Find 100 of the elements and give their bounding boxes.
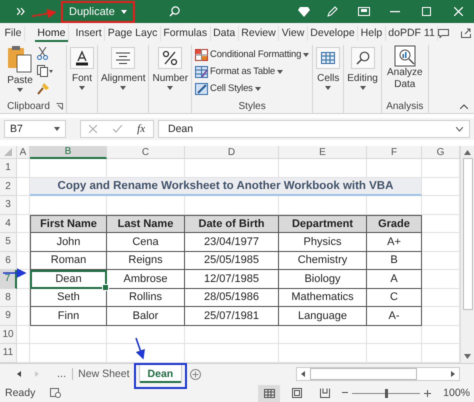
expand-icon[interactable] — [456, 126, 463, 132]
maximize-icon[interactable] — [422, 7, 431, 16]
ribbon-tab[interactable]: Develope — [308, 26, 358, 40]
table-cell[interactable]: B — [367, 252, 422, 270]
table-cell[interactable]: John — [30, 233, 107, 252]
empty-cell[interactable] — [107, 326, 185, 344]
style-command[interactable]: Conditional Formatting — [195, 47, 310, 62]
column-header[interactable]: F — [367, 146, 422, 159]
scroll-down-icon[interactable] — [464, 354, 471, 358]
ribbon-tab[interactable]: Data — [210, 26, 239, 40]
share-icon[interactable] — [461, 28, 472, 38]
row-header[interactable]: 4 — [0, 214, 17, 233]
page-break-icon[interactable] — [320, 388, 330, 398]
column-header[interactable]: D — [185, 146, 279, 159]
table-cell[interactable]: Rollins — [107, 288, 185, 307]
paste-button[interactable]: Paste — [7, 45, 33, 92]
formula-field[interactable]: Dean — [158, 120, 470, 138]
font-button[interactable]: Font — [70, 45, 94, 90]
select-all-icon[interactable] — [4, 148, 12, 156]
empty-cell[interactable] — [279, 326, 367, 344]
zoom-in-icon[interactable] — [424, 390, 432, 397]
ribbon-tab[interactable]: Insert — [72, 26, 106, 40]
table-cell[interactable]: Language — [279, 307, 367, 326]
table-cell[interactable]: 25/07/1981 — [185, 307, 279, 326]
more-sheets-button[interactable]: ... — [57, 368, 74, 380]
table-cell[interactable]: A- — [367, 307, 422, 326]
ribbon-tab[interactable]: Home — [34, 24, 69, 42]
table-cell[interactable]: Reigns — [107, 252, 185, 270]
ribbon-tab[interactable]: Help — [358, 26, 386, 40]
analyze-data-button[interactable]: Analyze Data — [384, 45, 425, 91]
macro-record-icon[interactable] — [50, 388, 62, 398]
table-cell[interactable]: 23/04/1977 — [185, 233, 279, 252]
ribbon-tab[interactable]: Formulas — [160, 26, 211, 40]
insert-function-button[interactable]: fx — [137, 123, 146, 135]
table-cell[interactable]: Cena — [107, 233, 185, 252]
search-icon[interactable] — [168, 6, 180, 17]
ribbon-tab[interactable]: Review — [238, 26, 280, 40]
table-cell[interactable]: A — [367, 270, 422, 288]
scissors-icon[interactable] — [37, 47, 48, 60]
row-header[interactable]: 7 — [0, 270, 17, 288]
alignment-button[interactable]: Alignment — [101, 45, 146, 90]
ribbon-display-icon[interactable] — [358, 7, 370, 16]
scroll-left-icon[interactable] — [300, 371, 306, 377]
empty-cell[interactable] — [17, 196, 30, 214]
table-cell[interactable]: 28/05/1986 — [185, 288, 279, 307]
empty-cell[interactable] — [17, 288, 30, 307]
horizontal-scrollbar[interactable] — [296, 367, 460, 381]
row-header[interactable]: 8 — [0, 288, 17, 307]
row-header[interactable]: 10 — [0, 326, 17, 344]
empty-cell[interactable] — [17, 252, 30, 270]
minimize-icon[interactable] — [390, 10, 400, 12]
row-header[interactable]: 1 — [0, 159, 17, 178]
table-cell[interactable]: Finn — [30, 307, 107, 326]
table-cell[interactable]: A+ — [367, 233, 422, 252]
ribbon-tab[interactable]: File — [2, 26, 25, 40]
empty-cell[interactable] — [30, 326, 107, 344]
table-cell[interactable]: 12/07/1985 — [185, 270, 279, 288]
table-cell[interactable]: Ambrose — [107, 270, 185, 288]
scroll-up-icon[interactable] — [464, 150, 471, 155]
format-painter-icon[interactable] — [37, 82, 50, 95]
ribbon-tab[interactable]: View — [279, 26, 308, 40]
diamond-icon[interactable] — [298, 6, 310, 16]
sheet-tab[interactable]: Dean — [138, 365, 182, 383]
cells-button[interactable]: Cells — [316, 45, 340, 90]
column-header[interactable]: B — [30, 146, 107, 159]
style-command[interactable]: Format as Table — [195, 64, 310, 79]
zoom-slider-thumb[interactable] — [384, 388, 388, 398]
empty-cell[interactable] — [185, 326, 279, 344]
row-header[interactable]: 3 — [0, 196, 17, 214]
table-cell[interactable]: Seth — [30, 288, 107, 307]
column-header[interactable]: A — [17, 146, 30, 159]
row-header[interactable]: 2 — [0, 178, 17, 196]
empty-cell[interactable] — [17, 233, 30, 252]
cancel-icon[interactable] — [88, 125, 97, 133]
document-title-button[interactable]: Duplicate — [65, 2, 131, 20]
table-cell[interactable]: Dean — [30, 270, 107, 288]
row-header[interactable]: 9 — [0, 307, 17, 326]
row-header[interactable]: 6 — [0, 252, 17, 270]
close-icon[interactable] — [454, 7, 463, 16]
number-button[interactable]: Number — [152, 45, 188, 90]
column-header[interactable]: C — [107, 146, 185, 159]
vertical-scrollbar[interactable] — [460, 146, 474, 362]
pen-icon[interactable] — [326, 6, 338, 17]
empty-cell[interactable] — [17, 326, 30, 344]
sheet-tab[interactable]: New Sheet — [73, 365, 135, 383]
more-commands-icon[interactable] — [17, 8, 25, 15]
table-cell[interactable]: C — [367, 288, 422, 307]
collapse-ribbon-icon[interactable] — [460, 104, 468, 109]
dialog-launcher-icon[interactable] — [56, 103, 63, 110]
table-cell[interactable]: Chemistry — [279, 252, 367, 270]
table-cell[interactable]: Mathematics — [279, 288, 367, 307]
row-header[interactable]: 5 — [0, 233, 17, 252]
zoom-level[interactable]: 100% — [443, 387, 470, 400]
name-box[interactable]: B7 — [4, 120, 66, 138]
empty-cell[interactable] — [17, 270, 30, 288]
empty-cell[interactable] — [367, 326, 422, 344]
new-sheet-icon[interactable] — [190, 368, 202, 380]
scroll-right-icon[interactable] — [450, 371, 456, 377]
ribbon-tab[interactable]: doPDF 11 — [386, 26, 438, 40]
column-header[interactable]: E — [279, 146, 367, 159]
